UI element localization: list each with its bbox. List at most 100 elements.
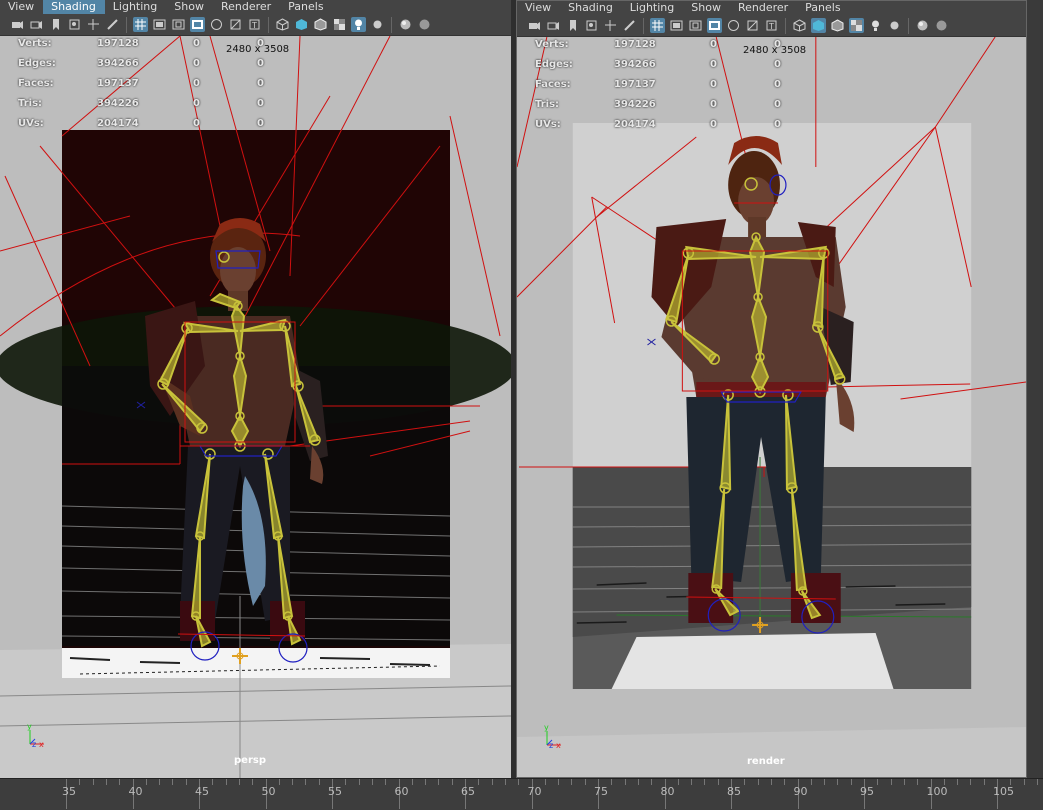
wireframe-on-shaded-icon[interactable]	[313, 17, 328, 32]
safe-title-icon[interactable]: T	[764, 18, 779, 33]
timeline-minor-tick	[691, 779, 693, 785]
field-chart-icon[interactable]	[726, 18, 741, 33]
smooth-shade-icon[interactable]	[294, 17, 309, 32]
timeline-minor-tick	[79, 779, 81, 785]
timeline-label: 85	[727, 785, 741, 798]
timeline-minor-tick	[292, 779, 294, 785]
image-plane-icon[interactable]	[67, 17, 82, 32]
shadows-icon[interactable]	[887, 18, 902, 33]
bookmark-icon[interactable]	[48, 17, 63, 32]
timeline-minor-tick	[159, 779, 161, 785]
film-gate-icon[interactable]	[152, 17, 167, 32]
field-chart-icon[interactable]	[209, 17, 224, 32]
grid-icon[interactable]	[133, 17, 148, 32]
panel-toolbar: T	[0, 14, 511, 36]
camera-attributes-icon[interactable]	[546, 18, 561, 33]
timeline-minor-tick	[970, 779, 972, 785]
menu-lighting[interactable]: Lighting	[105, 0, 166, 14]
axis-label-x: x	[39, 740, 44, 749]
viewport-render[interactable]: View Shading Lighting Show Renderer Pane…	[516, 0, 1027, 778]
hud-value: 0	[193, 78, 200, 89]
hud-value: 0	[774, 119, 781, 130]
resolution-gate-icon[interactable]	[171, 17, 186, 32]
menu-panels[interactable]: Panels	[280, 0, 332, 14]
scene-render[interactable]	[517, 37, 1026, 777]
two-d-pan-zoom-icon[interactable]	[603, 18, 618, 33]
menu-renderer[interactable]: Renderer	[730, 1, 797, 15]
textured-icon[interactable]	[332, 17, 347, 32]
panel-scrollbar[interactable]	[1027, 0, 1043, 778]
hud-value: 0	[774, 59, 781, 70]
grease-pencil-icon[interactable]	[105, 17, 120, 32]
select-camera-icon[interactable]	[10, 17, 25, 32]
resolution-gate-icon[interactable]	[688, 18, 703, 33]
image-plane-icon[interactable]	[584, 18, 599, 33]
menu-shading[interactable]: Shading	[43, 0, 105, 14]
hud-label: Tris:	[535, 99, 560, 110]
wireframe-icon[interactable]	[275, 17, 290, 32]
menu-show[interactable]: Show	[166, 0, 213, 14]
menu-shading[interactable]: Shading	[560, 1, 622, 15]
wireframe-icon[interactable]	[792, 18, 807, 33]
scene-persp[interactable]	[0, 36, 511, 778]
timeline-minor-tick	[677, 779, 679, 785]
timeline-minor-tick	[318, 779, 320, 785]
smooth-shade-icon[interactable]	[811, 18, 826, 33]
axis-label-z: z	[32, 740, 36, 749]
hud-value: 0	[257, 118, 264, 129]
axis-label-y: y	[27, 722, 32, 731]
safe-title-icon[interactable]: T	[247, 17, 262, 32]
timeline-label: 50	[261, 785, 276, 798]
use-all-lights-icon[interactable]	[868, 18, 883, 33]
timeline-label: 45	[195, 785, 209, 798]
motion-blur-icon[interactable]	[934, 18, 949, 33]
gate-mask-icon[interactable]	[190, 17, 205, 32]
safe-action-icon[interactable]	[228, 17, 243, 32]
timeline-minor-tick	[105, 779, 107, 785]
two-d-pan-zoom-icon[interactable]	[86, 17, 101, 32]
timeline-minor-tick	[717, 779, 719, 785]
timeline-minor-tick	[425, 779, 427, 785]
svg-text:T: T	[251, 21, 257, 30]
timeline-minor-tick	[371, 779, 373, 785]
use-all-lights-icon[interactable]	[351, 17, 366, 32]
textured-icon[interactable]	[849, 18, 864, 33]
timeline-label: 65	[461, 785, 475, 798]
menu-view[interactable]: View	[0, 0, 43, 14]
viewport-persp[interactable]: View Shading Lighting Show Renderer Pane…	[0, 0, 511, 778]
motion-blur-icon[interactable]	[417, 17, 432, 32]
safe-action-icon[interactable]	[745, 18, 760, 33]
menu-renderer[interactable]: Renderer	[213, 0, 280, 14]
menu-lighting[interactable]: Lighting	[622, 1, 683, 15]
camera-attributes-icon[interactable]	[29, 17, 44, 32]
timeline-label: 105	[993, 785, 1014, 798]
ambient-occlusion-icon[interactable]	[398, 17, 413, 32]
timeline-minor-tick	[92, 779, 94, 785]
grid-icon[interactable]	[650, 18, 665, 33]
timeline-minor-tick	[571, 779, 573, 785]
hud-value: 0	[710, 59, 717, 70]
hud-value: 204174	[614, 119, 656, 130]
grease-pencil-icon[interactable]	[622, 18, 637, 33]
ambient-occlusion-icon[interactable]	[915, 18, 930, 33]
film-gate-icon[interactable]	[669, 18, 684, 33]
axis-label-y: y	[544, 723, 549, 732]
hud-value: 0	[193, 118, 200, 129]
timeline-minor-tick	[278, 779, 280, 785]
hud-value: 394266	[97, 58, 139, 69]
time-slider[interactable]: 35 40 45 50 55 60 65 70 75 80 85 90 95 100 105	[0, 778, 1043, 810]
timeline-minor-tick	[451, 779, 453, 785]
gate-mask-icon[interactable]	[707, 18, 722, 33]
wireframe-on-shaded-icon[interactable]	[830, 18, 845, 33]
toolbar-separator	[908, 17, 909, 34]
shadows-icon[interactable]	[370, 17, 385, 32]
hud-row-tris: Tris: 394226 0 0	[535, 99, 795, 113]
menu-view[interactable]: View	[517, 1, 560, 15]
menu-show[interactable]: Show	[683, 1, 730, 15]
hud-value: 0	[193, 38, 200, 49]
bookmark-icon[interactable]	[565, 18, 580, 33]
hud-value: 394226	[97, 98, 139, 109]
hud-value: 204174	[97, 118, 139, 129]
select-camera-icon[interactable]	[527, 18, 542, 33]
menu-panels[interactable]: Panels	[797, 1, 849, 15]
